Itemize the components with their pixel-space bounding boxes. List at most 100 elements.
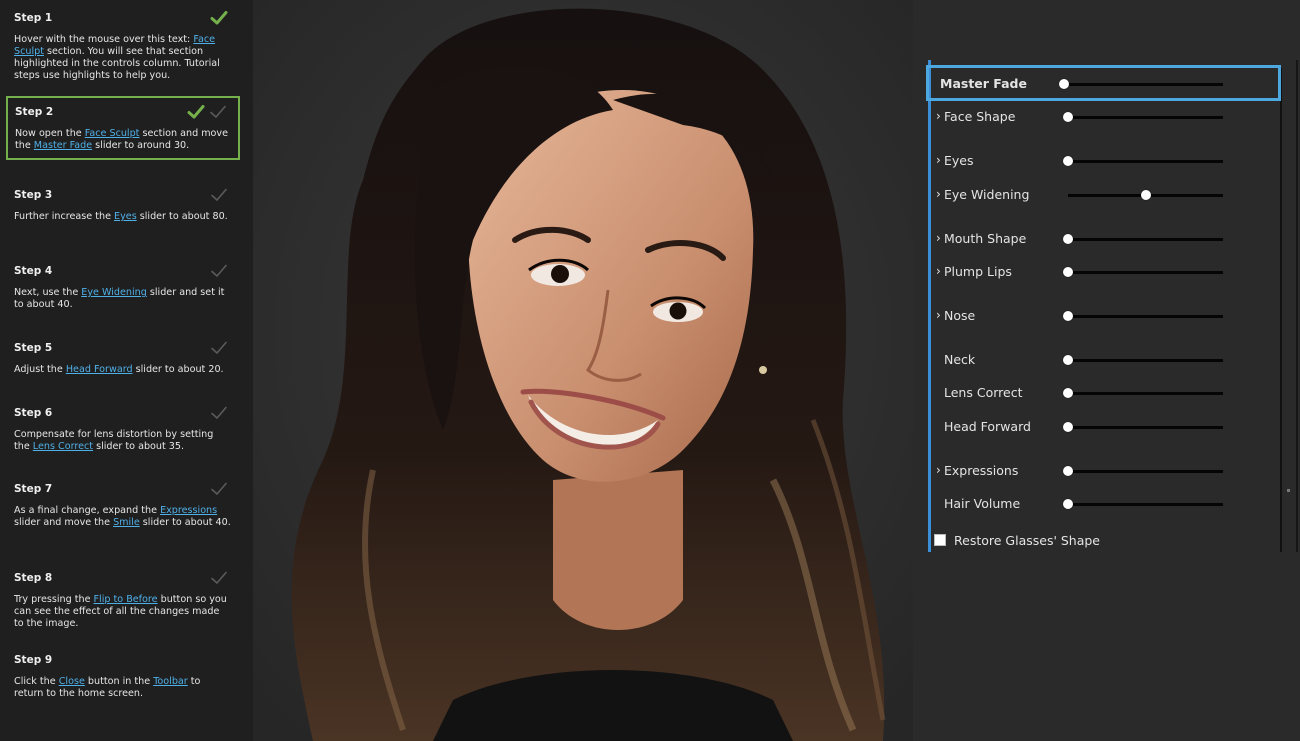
- step-text-part: Adjust the: [14, 364, 66, 375]
- step-link[interactable]: Eyes: [114, 211, 137, 222]
- step-title-text: Step 3: [14, 189, 52, 201]
- photo-canvas[interactable]: [253, 0, 913, 741]
- nose-slider-knob[interactable]: [1063, 311, 1073, 321]
- lens-correct-label: Lens Correct: [944, 383, 1022, 403]
- expressions-label[interactable]: Expressions: [944, 461, 1018, 481]
- portrait-photo: [253, 0, 913, 741]
- hair-volume-label: Hair Volume: [944, 494, 1020, 514]
- face-shape-slider-knob[interactable]: [1063, 112, 1073, 122]
- eye-widening-slider-knob[interactable]: [1141, 190, 1151, 200]
- step-text-part: Further increase the: [14, 211, 114, 222]
- restore-glasses-label: Restore Glasses' Shape: [954, 531, 1100, 551]
- lens-correct-slider-track[interactable]: [1068, 392, 1223, 395]
- neck-slider-knob[interactable]: [1063, 355, 1073, 365]
- step-text: Now open the Face Sculpt section and mov…: [15, 128, 231, 152]
- tutorial-step-5: Step 5 Adjust the Head Forward slider to …: [6, 340, 240, 376]
- check-outline-icon: [210, 187, 228, 203]
- step-link[interactable]: Toolbar: [153, 676, 188, 687]
- check-outline-icon: [210, 481, 228, 497]
- hair-volume-slider-track[interactable]: [1068, 503, 1223, 506]
- chevron-right-icon[interactable]: ›: [936, 107, 941, 125]
- step-link[interactable]: Master Fade: [34, 140, 92, 151]
- eyes-row[interactable]: ›Eyes: [924, 151, 1284, 171]
- step-text-part: slider to about 35.: [93, 441, 184, 452]
- step-link[interactable]: Head Forward: [66, 364, 133, 375]
- step-link[interactable]: Expressions: [160, 505, 217, 516]
- step-text: Next, use the Eye Widening slider and se…: [14, 287, 232, 311]
- eye-widening-label[interactable]: Eye Widening: [944, 185, 1029, 205]
- face-shape-row[interactable]: ›Face Shape: [924, 107, 1284, 127]
- head-forward-slider-knob[interactable]: [1063, 422, 1073, 432]
- chevron-right-icon[interactable]: ›: [936, 151, 941, 169]
- expressions-row[interactable]: ›Expressions: [924, 461, 1284, 481]
- eyes-label[interactable]: Eyes: [944, 151, 974, 171]
- chevron-right-icon[interactable]: ›: [936, 461, 941, 479]
- eye-widening-row[interactable]: ›Eye Widening: [924, 185, 1284, 205]
- check-outline-icon: [210, 405, 228, 421]
- step-text: Click the Close button in the Toolbar to…: [14, 676, 232, 700]
- hair-volume-row[interactable]: Hair Volume: [924, 494, 1284, 514]
- step-text-part: Next, use the: [14, 287, 81, 298]
- chevron-right-icon[interactable]: ›: [936, 262, 941, 280]
- step-title: Step 6: [14, 405, 232, 421]
- master-fade-row: Master Fade: [924, 74, 1284, 94]
- mouth-shape-label[interactable]: Mouth Shape: [944, 229, 1026, 249]
- tutorial-step-6: Step 6Compensate for lens distortion by …: [6, 405, 240, 453]
- nose-label[interactable]: Nose: [944, 306, 975, 326]
- step-title-text: Step 7: [14, 483, 52, 495]
- tutorial-step-3: Step 3 Further increase the Eyes slider t…: [6, 187, 240, 223]
- step-text-part: slider to around 30.: [92, 140, 189, 151]
- neck-row[interactable]: Neck: [924, 350, 1284, 370]
- mouth-shape-slider-knob[interactable]: [1063, 234, 1073, 244]
- column-scroll-track[interactable]: [1296, 60, 1298, 552]
- step-link[interactable]: Close: [59, 676, 85, 687]
- resize-grip-dot[interactable]: [1287, 489, 1290, 492]
- step-text: Hover with the mouse over this text: Fac…: [14, 34, 232, 82]
- eyes-slider-knob[interactable]: [1063, 156, 1073, 166]
- face-shape-slider-track[interactable]: [1068, 116, 1223, 119]
- plump-lips-row[interactable]: ›Plump Lips: [924, 262, 1284, 282]
- face-shape-label[interactable]: Face Shape: [944, 107, 1015, 127]
- expressions-slider-track[interactable]: [1068, 470, 1223, 473]
- plump-lips-label[interactable]: Plump Lips: [944, 262, 1012, 282]
- step-link[interactable]: Lens Correct: [33, 441, 93, 452]
- step-title: Step 2: [15, 104, 231, 120]
- master-fade-slider-track[interactable]: [1064, 83, 1223, 86]
- tutorial-panel: Step 1 Hover with the mouse over this tex…: [0, 0, 253, 741]
- step-link[interactable]: Smile: [113, 517, 140, 528]
- master-fade-slider-knob[interactable]: [1059, 79, 1069, 89]
- tutorial-step-7: Step 7 As a final change, expand the Expr…: [6, 481, 240, 529]
- chevron-right-icon[interactable]: ›: [936, 185, 941, 203]
- restore-glasses-checkbox[interactable]: [934, 534, 946, 546]
- step-link[interactable]: Eye Widening: [81, 287, 147, 298]
- hair-volume-slider-knob[interactable]: [1063, 499, 1073, 509]
- plump-lips-slider-knob[interactable]: [1063, 267, 1073, 277]
- step-text: As a final change, expand the Expression…: [14, 505, 232, 529]
- head-forward-slider-track[interactable]: [1068, 426, 1223, 429]
- chevron-right-icon[interactable]: ›: [936, 306, 941, 324]
- lens-correct-row[interactable]: Lens Correct: [924, 383, 1284, 403]
- step-text-part: section. You will see that section highl…: [14, 46, 220, 81]
- step-title: Step 1: [14, 10, 232, 26]
- lens-correct-slider-knob[interactable]: [1063, 388, 1073, 398]
- eyes-slider-track[interactable]: [1068, 160, 1223, 163]
- chevron-right-icon[interactable]: ›: [936, 229, 941, 247]
- step-link[interactable]: Flip to Before: [94, 594, 158, 605]
- nose-slider-track[interactable]: [1068, 315, 1223, 318]
- mouth-shape-row[interactable]: ›Mouth Shape: [924, 229, 1284, 249]
- mouth-shape-slider-track[interactable]: [1068, 238, 1223, 241]
- step-text-part: slider to about 80.: [137, 211, 228, 222]
- step-link[interactable]: Face Sculpt: [85, 128, 140, 139]
- controls-column: Master Fade›Face Shape›Eyes›Eye Widening…: [924, 60, 1300, 552]
- check-outline-icon: [209, 104, 227, 120]
- plump-lips-slider-track[interactable]: [1068, 271, 1223, 274]
- neck-slider-track[interactable]: [1068, 359, 1223, 362]
- step-title: Step 5: [14, 340, 232, 356]
- expressions-slider-knob[interactable]: [1063, 466, 1073, 476]
- step-title-text: Step 8: [14, 572, 52, 584]
- head-forward-row[interactable]: Head Forward: [924, 417, 1284, 437]
- nose-row[interactable]: ›Nose: [924, 306, 1284, 326]
- step-text-part: Now open the: [15, 128, 85, 139]
- neck-label: Neck: [944, 350, 975, 370]
- step-text: Adjust the Head Forward slider to about …: [14, 364, 232, 376]
